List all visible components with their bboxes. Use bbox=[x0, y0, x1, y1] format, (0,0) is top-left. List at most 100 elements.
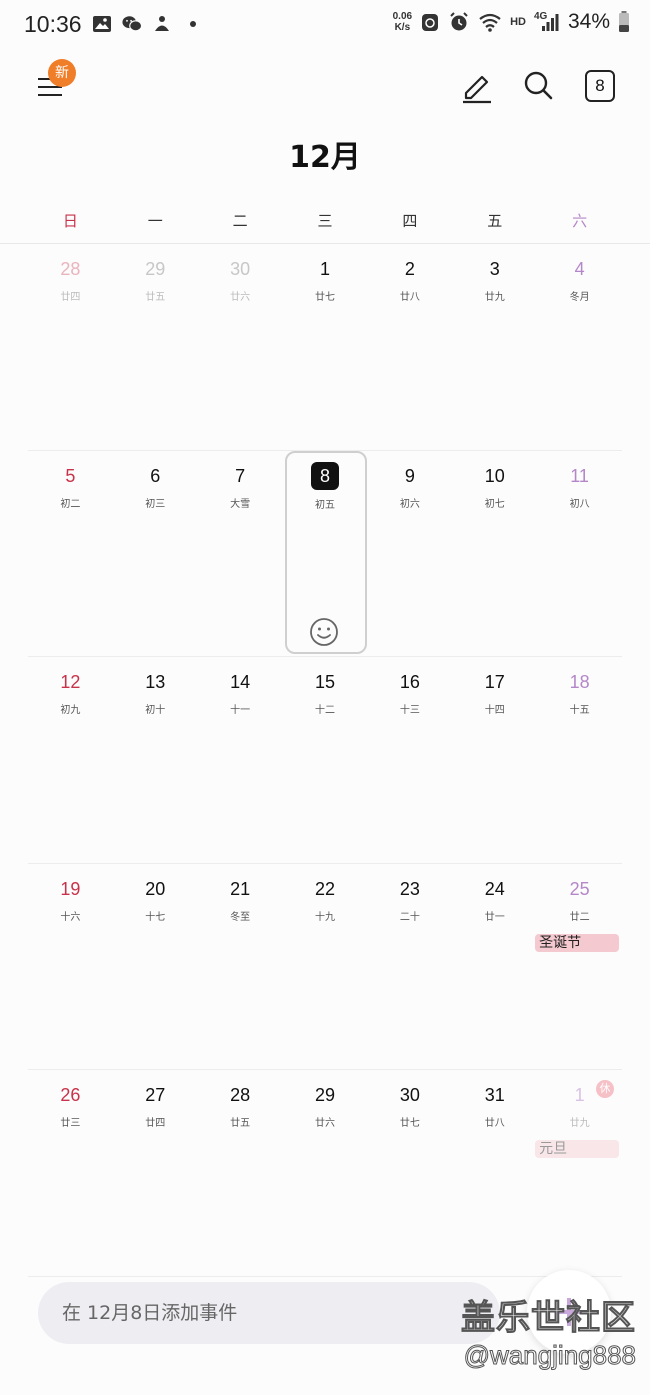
lunar-date: 廿八 bbox=[484, 1118, 505, 1129]
day-cell[interactable]: 28 廿四 bbox=[28, 244, 113, 450]
day-number: 11 bbox=[570, 465, 589, 486]
month-grid: 28 廿四 29 廿五 30 廿六 1 廿七 2 廿八 3 廿九 4 冬月 5 初二 6 初三 7 大雪 8 初五 9 初六 1… bbox=[28, 244, 622, 1277]
day-cell[interactable]: 31 廿八 bbox=[452, 1070, 537, 1276]
event-chip[interactable]: 圣诞节 bbox=[535, 933, 620, 952]
status-bar: 10:36 0.06 K/s HD 4G 34% bbox=[0, 0, 650, 52]
week-row: 28 廿四 29 廿五 30 廿六 1 廿七 2 廿八 3 廿九 4 冬月 bbox=[28, 244, 622, 451]
lunar-date: 十五 bbox=[569, 705, 590, 716]
day-number: 5 bbox=[65, 465, 76, 486]
recycle-icon bbox=[422, 14, 439, 31]
day-cell[interactable]: 11 初八 bbox=[537, 451, 622, 657]
battery-icon bbox=[619, 11, 629, 32]
day-number: 15 bbox=[314, 672, 336, 692]
day-cell[interactable]: 9 初六 bbox=[367, 451, 452, 657]
lunar-date: 廿七 bbox=[315, 292, 335, 303]
day-cell[interactable]: 12 初九 bbox=[28, 657, 113, 863]
lunar-date: 初六 bbox=[399, 498, 420, 510]
day-cell[interactable]: 16 十三 bbox=[367, 657, 452, 863]
day-number: 24 bbox=[484, 878, 505, 899]
day-number: 2 bbox=[404, 259, 415, 279]
day-number: 9 bbox=[404, 465, 415, 486]
network-speed: 0.06 K/s bbox=[393, 11, 412, 33]
day-number: 27 bbox=[145, 1085, 166, 1105]
today-button[interactable]: 8 bbox=[585, 70, 615, 102]
lunar-date: 廿五 bbox=[145, 292, 166, 303]
weekday-header: 日 一 二 三 四 五 六 bbox=[28, 210, 622, 240]
day-number: 12 bbox=[60, 672, 81, 692]
cell-signal-icon: 4G bbox=[534, 11, 560, 33]
network-speed-unit: K/s bbox=[394, 22, 411, 33]
lunar-date: 廿四 bbox=[60, 292, 81, 303]
week-row: 12 初九 13 初十 14 十一 15 十二 16 十三 17 十四 18 十五 bbox=[28, 657, 622, 864]
lunar-date: 初十 bbox=[145, 705, 166, 716]
day-cell[interactable]: 14 十一 bbox=[198, 657, 283, 863]
day-cell[interactable]: 30 廿六 bbox=[198, 244, 283, 450]
lunar-date: 十九 bbox=[315, 911, 335, 923]
day-number: 31 bbox=[484, 1085, 505, 1105]
day-cell[interactable]: 29 廿六 bbox=[283, 1070, 368, 1276]
day-cell[interactable]: 10 初七 bbox=[452, 451, 537, 657]
day-number: 30 bbox=[399, 1085, 420, 1105]
day-cell[interactable]: 23 二十 bbox=[367, 864, 452, 1070]
day-cell[interactable]: 15 十二 bbox=[283, 657, 368, 863]
lunar-date: 廿六 bbox=[315, 1118, 335, 1129]
day-number: 28 bbox=[60, 259, 81, 279]
day-cell[interactable]: 27 廿四 bbox=[113, 1070, 198, 1276]
day-cell[interactable]: 3 廿九 bbox=[452, 244, 537, 450]
weekday-label: 二 bbox=[232, 212, 248, 230]
lunar-date: 十二 bbox=[315, 705, 335, 716]
day-number: 20 bbox=[145, 878, 166, 899]
lunar-date: 廿九 bbox=[484, 292, 505, 303]
day-cell[interactable]: 6 初三 bbox=[113, 451, 198, 657]
day-cell[interactable]: 2 廿八 bbox=[367, 244, 452, 450]
lunar-date: 大雪 bbox=[230, 498, 251, 510]
weekday-label: 五 bbox=[487, 212, 503, 230]
day-cell[interactable]: 28 廿五 bbox=[198, 1070, 283, 1276]
new-badge: 新 bbox=[48, 59, 76, 87]
day-number: 17 bbox=[484, 672, 505, 692]
lunar-date: 廿四 bbox=[145, 1118, 166, 1129]
holiday-badge: 休 bbox=[596, 1080, 615, 1098]
day-cell[interactable]: 13 初十 bbox=[113, 657, 198, 863]
day-cell[interactable]: 20 十七 bbox=[113, 864, 198, 1070]
day-cell[interactable]: 30 廿七 bbox=[367, 1070, 452, 1276]
search-icon[interactable] bbox=[518, 66, 558, 106]
day-number: 4 bbox=[574, 259, 585, 279]
gallery-icon bbox=[93, 16, 111, 32]
more-notifications-dot bbox=[190, 21, 196, 27]
day-number: 28 bbox=[230, 1085, 251, 1105]
day-cell[interactable]: 1 廿九休元旦 bbox=[535, 1070, 622, 1276]
wechat-icon bbox=[122, 16, 142, 32]
lunar-date: 十三 bbox=[399, 705, 420, 716]
lunar-date: 十七 bbox=[145, 911, 166, 923]
day-cell-today[interactable]: 8 初五 bbox=[283, 450, 368, 657]
day-cell[interactable]: 22 十九 bbox=[283, 864, 368, 1070]
day-cell[interactable]: 5 初二 bbox=[28, 451, 113, 657]
day-cell[interactable]: 26 廿三 bbox=[28, 1070, 113, 1276]
sticker-smile-icon[interactable] bbox=[308, 616, 340, 648]
battery-percent: 34% bbox=[567, 10, 610, 33]
day-cell[interactable]: 29 廿五 bbox=[113, 244, 198, 450]
day-cell[interactable]: 25 廿二 圣诞节 bbox=[535, 864, 622, 1070]
day-cell[interactable]: 4 冬月 bbox=[537, 244, 622, 450]
day-cell[interactable]: 19 十六 bbox=[28, 864, 113, 1070]
lunar-date: 廿七 bbox=[399, 1118, 420, 1129]
month-title[interactable]: 12月 bbox=[0, 132, 650, 176]
lunar-date: 十四 bbox=[484, 705, 505, 716]
day-cell[interactable]: 7 大雪 bbox=[198, 451, 283, 657]
day-cell[interactable]: 1 廿七 bbox=[283, 244, 368, 450]
day-cell[interactable]: 21 冬至 bbox=[198, 864, 283, 1070]
day-cell[interactable]: 24 廿一 bbox=[452, 864, 537, 1070]
add-event-input[interactable]: 在 12月8日添加事件 bbox=[38, 1282, 500, 1344]
watermark-title: 盖乐世社区 bbox=[461, 1298, 636, 1339]
day-cell[interactable]: 18 十五 bbox=[537, 657, 622, 863]
day-cell[interactable]: 17 十四 bbox=[452, 657, 537, 863]
alarm-icon bbox=[450, 12, 468, 31]
weekday-label: 一 bbox=[147, 212, 163, 230]
day-number: 26 bbox=[60, 1085, 81, 1105]
day-number: 13 bbox=[145, 672, 166, 692]
event-chip[interactable]: 元旦 bbox=[535, 1140, 620, 1158]
lunar-date: 冬月 bbox=[569, 292, 590, 303]
network-speed-value: 0.06 bbox=[392, 11, 413, 22]
pen-icon[interactable] bbox=[457, 66, 497, 106]
